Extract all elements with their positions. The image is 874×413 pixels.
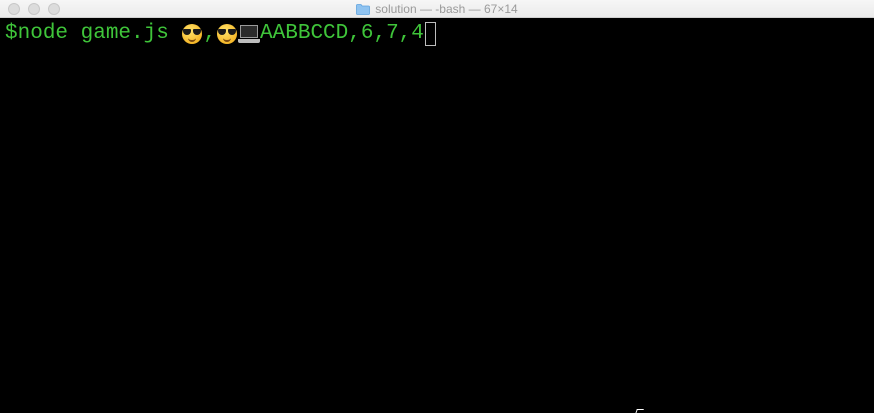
text-cursor bbox=[424, 22, 436, 46]
separator-text: , bbox=[203, 22, 217, 45]
laptop-computer-emoji-icon bbox=[238, 23, 261, 45]
output-text: AABBCCD,6,7,4 bbox=[260, 22, 424, 45]
title-bar[interactable]: solution — -bash — 67×14 bbox=[0, 0, 874, 18]
prompt-symbol: $ bbox=[5, 22, 18, 45]
mouse-pointer-icon bbox=[635, 409, 644, 413]
cool-sunglasses-emoji-icon bbox=[181, 23, 203, 45]
folder-icon bbox=[356, 3, 371, 15]
window-title: solution — -bash — 67×14 bbox=[375, 2, 518, 16]
command-text: node game.js bbox=[17, 22, 182, 45]
cool-sunglasses-emoji-icon bbox=[216, 23, 238, 45]
terminal-content[interactable]: $ node game.js , AABBCCD,6,7,4 bbox=[0, 18, 874, 413]
window-title-area: solution — -bash — 67×14 bbox=[0, 0, 874, 18]
command-line: $ node game.js , AABBCCD,6,7,4 bbox=[5, 22, 436, 46]
terminal-window: solution — -bash — 67×14 $ node game.js ,… bbox=[0, 0, 874, 413]
